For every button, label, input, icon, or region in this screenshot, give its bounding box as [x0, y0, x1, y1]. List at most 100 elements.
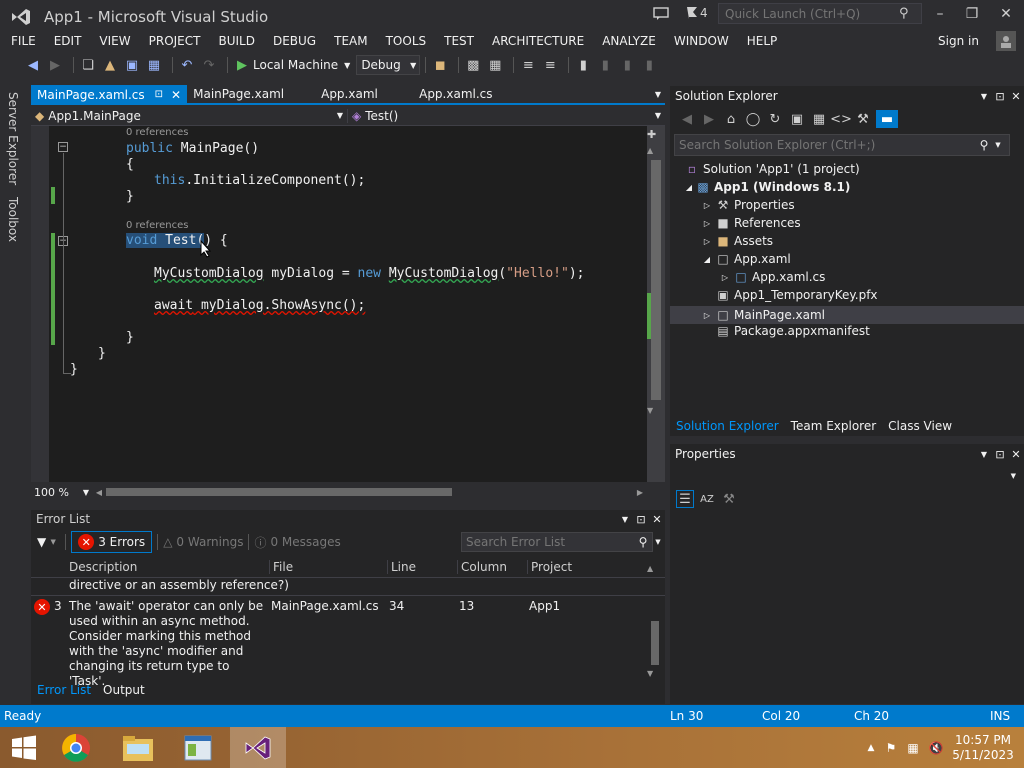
solution-config-dropdown[interactable]: Debug ▼ [356, 55, 421, 75]
error-row-partial[interactable]: directive or an assembly reference?) [31, 578, 665, 596]
feedback-flag-icon[interactable] [686, 6, 698, 20]
chevron-down-icon[interactable]: ▼ [80, 488, 92, 497]
forward-icon[interactable]: ▶ [700, 110, 718, 128]
bookmark-next-icon[interactable]: ▮ [618, 56, 636, 74]
user-avatar-icon[interactable] [996, 31, 1016, 51]
error-list-scrollbar[interactable]: ▲ ▼ [647, 560, 663, 679]
search-icon[interactable]: ⚲ [899, 6, 909, 21]
collapsed-arrow-icon[interactable]: ▷ [716, 273, 734, 282]
tree-item-app-xaml[interactable]: ◢ □ App.xaml [698, 252, 791, 266]
close-icon[interactable]: ✕ [1008, 448, 1024, 461]
pin-icon[interactable]: ⊡ [992, 90, 1008, 103]
taskbar-chrome[interactable] [48, 727, 104, 768]
tree-item-mainpage-xaml[interactable]: ▷ □ MainPage.xaml [670, 306, 1024, 324]
view-code-icon[interactable]: <> [830, 110, 852, 128]
chevron-down-icon[interactable]: ▼ [46, 538, 60, 546]
maximize-button[interactable]: ❐ [962, 4, 982, 24]
bookmark-clear-icon[interactable]: ▮ [640, 56, 658, 74]
column-description[interactable]: Description [69, 560, 269, 574]
tab-solution-explorer[interactable]: Solution Explorer [670, 419, 785, 433]
taskbar-visual-studio[interactable] [230, 727, 286, 768]
scrollbar-thumb[interactable] [651, 159, 661, 400]
expanded-arrow-icon[interactable]: ◢ [698, 255, 716, 264]
start-debugging-button[interactable]: ▶ Local Machine ▼ [237, 58, 350, 73]
save-icon[interactable]: ▣ [123, 56, 141, 74]
column-file[interactable]: File [269, 559, 387, 574]
menu-analyze[interactable]: ANALYZE [593, 31, 665, 51]
collapsed-arrow-icon[interactable]: ▷ [698, 237, 716, 246]
tab-app-xaml[interactable]: App.xaml [315, 85, 413, 104]
table-row[interactable]: ✕ 3 The 'await' operator can only be use… [31, 596, 665, 688]
pin-icon[interactable]: ⊡ [992, 448, 1008, 461]
scroll-right-icon[interactable]: ▶ [633, 488, 647, 497]
tree-item-solution[interactable]: ▫ Solution 'App1' (1 project) [685, 162, 860, 176]
tree-item-references[interactable]: ▷ ■ References [698, 216, 801, 230]
menu-file[interactable]: FILE [2, 31, 45, 51]
tree-item-assets[interactable]: ▷ ■ Assets [698, 234, 773, 248]
scroll-up-icon[interactable]: ▲ [647, 144, 653, 158]
messages-filter-button[interactable]: ⓘ 0 Messages [254, 534, 340, 551]
error-list-search-input[interactable] [461, 532, 653, 552]
object-selector[interactable]: ▼ [670, 464, 1024, 488]
close-window-button[interactable]: ✕ [996, 4, 1016, 24]
search-icon[interactable]: ⚲ [635, 535, 651, 549]
navigate-forward-icon[interactable]: ▶ [46, 56, 64, 74]
column-line[interactable]: Line [387, 559, 457, 574]
menu-edit[interactable]: EDIT [45, 31, 91, 51]
system-clock[interactable]: 10:57 PM 5/11/2023 [948, 733, 1018, 763]
menu-window[interactable]: WINDOW [665, 31, 738, 51]
tree-item-app-xaml-cs[interactable]: ▷ □ App.xaml.cs [716, 270, 825, 284]
show-hidden-icons-icon[interactable]: ▲ [862, 743, 880, 753]
bookmark-prev-icon[interactable]: ▮ [596, 56, 614, 74]
taskbar-app[interactable] [170, 727, 226, 768]
tab-overflow-icon[interactable]: ▼ [651, 90, 665, 99]
sync-icon[interactable]: ◯ [744, 110, 762, 128]
chevron-down-icon[interactable]: ▼ [1011, 472, 1016, 480]
menu-tools[interactable]: TOOLS [377, 31, 436, 51]
close-icon[interactable]: ✕ [171, 86, 181, 104]
notifications-icon[interactable] [652, 5, 670, 23]
new-project-icon[interactable]: ❏ [79, 56, 97, 74]
outdent-icon[interactable]: ≡ [541, 56, 559, 74]
filter-icon[interactable]: ▼ [37, 535, 46, 549]
chevron-down-icon[interactable]: ▼ [992, 141, 1004, 149]
codelens-references[interactable]: 0 references [126, 220, 189, 231]
member-dropdown[interactable]: ◈ Test() ▼ [347, 108, 665, 123]
preview-icon[interactable]: ▬ [876, 110, 898, 128]
minimize-button[interactable]: – [930, 4, 950, 24]
codelens-references[interactable]: 0 references [126, 127, 189, 138]
column-column[interactable]: Column [457, 559, 527, 574]
property-pages-icon[interactable]: ⚒ [720, 490, 738, 508]
undo-icon[interactable]: ↶ [178, 56, 196, 74]
tab-team-explorer[interactable]: Team Explorer [785, 419, 883, 433]
split-icon[interactable]: ✚ [647, 126, 656, 142]
sign-in-link[interactable]: Sign in [938, 34, 979, 48]
layout-icon[interactable]: ▦ [486, 56, 504, 74]
scroll-left-icon[interactable]: ◀ [92, 488, 106, 497]
scroll-down-icon[interactable]: ▼ [647, 667, 653, 679]
chevron-down-icon[interactable]: ▼ [651, 538, 665, 546]
menu-project[interactable]: PROJECT [140, 31, 210, 51]
close-icon[interactable]: ✕ [1008, 90, 1024, 103]
collapsed-arrow-icon[interactable]: ▷ [698, 311, 716, 320]
menu-view[interactable]: VIEW [90, 31, 139, 51]
chevron-down-icon[interactable]: ▼ [976, 92, 992, 101]
expanded-arrow-icon[interactable]: ◢ [682, 183, 696, 192]
horizontal-scrollbar-thumb[interactable] [106, 488, 452, 496]
show-all-files-icon[interactable]: ▦ [810, 110, 828, 128]
collapse-icon[interactable]: − [58, 142, 68, 152]
column-project[interactable]: Project [527, 559, 627, 574]
taskbar-file-explorer[interactable] [110, 727, 166, 768]
attach-icon[interactable]: ◼ [431, 56, 449, 74]
network-icon[interactable]: ▦ [902, 741, 924, 755]
tree-item-temporary-key[interactable]: ▣ App1_TemporaryKey.pfx [716, 288, 877, 302]
alphabetical-icon[interactable]: AZ [698, 490, 716, 508]
volume-muted-icon[interactable]: 🔇 [924, 741, 948, 755]
open-folder-icon[interactable]: ▲ [101, 56, 119, 74]
pin-icon[interactable]: ⊡ [633, 513, 649, 526]
indent-icon[interactable]: ≡ [519, 56, 537, 74]
tab-class-view[interactable]: Class View [882, 419, 958, 433]
collapsed-arrow-icon[interactable]: ▷ [698, 201, 716, 210]
class-dropdown[interactable]: ◆ App1.MainPage ▼ [31, 109, 347, 123]
menu-architecture[interactable]: ARCHITECTURE [483, 31, 593, 51]
